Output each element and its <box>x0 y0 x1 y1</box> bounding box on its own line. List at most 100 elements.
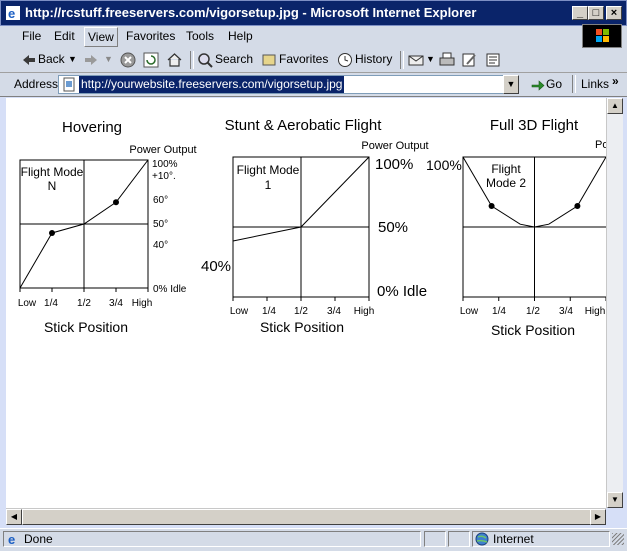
chart2-ytick-0idle: 0% Idle <box>377 283 427 300</box>
chart1-xtick-3quarter: 3/4 <box>109 298 123 309</box>
favorites-icon[interactable] <box>261 52 277 68</box>
vigor-setup-image: Hovering Power Output Flight Mode N 100%… <box>18 117 606 338</box>
chart1-mode-line1: Flight Mode <box>21 165 84 179</box>
menu-tools[interactable]: Tools <box>186 29 214 43</box>
chart3-ytick-100: 100% <box>426 157 462 173</box>
chart3-ylabel: Po <box>595 139 606 151</box>
chart3-title: Full 3D Flight <box>490 117 579 134</box>
chart3-data-point <box>574 203 581 209</box>
scroll-up-icon[interactable]: ▲ <box>607 98 623 114</box>
toolbar-separator <box>190 51 194 69</box>
chart3-mode-line1: Flight <box>491 162 521 176</box>
discuss-icon[interactable] <box>485 52 501 68</box>
chart1-title: Hovering <box>62 119 122 136</box>
search-button[interactable]: Search <box>215 52 253 66</box>
links-button[interactable]: Links <box>581 77 609 91</box>
scroll-left-icon[interactable]: ◀ <box>6 509 22 525</box>
status-main-pane: e Done <box>3 531 421 547</box>
refresh-icon[interactable] <box>143 52 159 68</box>
back-button[interactable]: Back <box>38 52 65 66</box>
back-dropdown-icon[interactable]: ▼ <box>68 54 77 64</box>
chart1-xtick-low: Low <box>18 298 37 309</box>
chart2-ylabel: Power Output <box>361 140 428 152</box>
horizontal-scroll-thumb[interactable] <box>22 509 594 525</box>
chart1-xtick-half: 1/2 <box>77 298 91 309</box>
title-bar: e http://rcstuff.freeservers.com/vigorse… <box>0 0 627 26</box>
status-pane <box>424 531 446 547</box>
status-text: Done <box>24 532 53 546</box>
chart1-xtick-high: High <box>132 298 153 309</box>
forward-arrow-icon[interactable] <box>84 54 98 66</box>
ie-icon: e <box>8 532 15 546</box>
chart2-ytick-50: 50% <box>378 219 408 236</box>
page-content: Hovering Power Output Flight Mode N 100%… <box>6 98 606 508</box>
address-separator <box>572 75 576 93</box>
chart1-xtick-quarter: 1/4 <box>44 298 58 309</box>
chart1-data-point <box>49 229 55 236</box>
vertical-scrollbar[interactable]: ▲ ▼ <box>606 98 623 508</box>
chart1-ytick-100: 100% <box>152 159 178 170</box>
chart3-xtick-3quarter: 3/4 <box>559 306 573 317</box>
address-input[interactable]: http://yourwebsite.freeservers.com/vigor… <box>58 75 504 94</box>
windows-logo-icon <box>582 24 622 48</box>
chart3-xlabel: Stick Position <box>491 322 575 338</box>
go-button[interactable]: Go <box>546 77 562 91</box>
back-arrow-icon[interactable] <box>22 54 36 66</box>
go-icon[interactable] <box>530 77 546 91</box>
chart1-ytick-50: 50° <box>153 219 168 230</box>
chart2-xtick-high: High <box>354 306 375 317</box>
menu-help[interactable]: Help <box>228 29 253 43</box>
edit-icon[interactable] <box>461 52 477 68</box>
stop-icon[interactable] <box>120 52 136 68</box>
status-zone-pane: Internet <box>472 531 610 547</box>
chart2-xtick-half: 1/2 <box>294 306 308 317</box>
chart1-ytick-0idle: 0% Idle <box>153 284 187 295</box>
scroll-right-icon[interactable]: ▶ <box>590 509 606 525</box>
chart2-xlabel: Stick Position <box>260 319 344 335</box>
chart2-xtick-quarter: 1/4 <box>262 306 276 317</box>
chart3-xtick-quarter: 1/4 <box>492 306 506 317</box>
menu-file[interactable]: File <box>22 29 41 43</box>
chart3-xtick-low: Low <box>460 306 479 317</box>
horizontal-scrollbar[interactable]: ◀ ▶ <box>6 508 606 525</box>
menu-bar: File Edit View Favorites Tools Help <box>0 26 627 49</box>
print-icon[interactable] <box>439 52 455 68</box>
maximize-icon[interactable]: □ <box>588 6 604 20</box>
chart2-mode-line2: 1 <box>265 178 272 192</box>
menu-view[interactable]: View <box>84 27 118 47</box>
address-url: http://yourwebsite.freeservers.com/vigor… <box>79 76 345 93</box>
minimize-icon[interactable]: _ <box>572 6 588 20</box>
chart3-mode-line2: Mode 2 <box>486 176 526 190</box>
close-icon[interactable]: × <box>606 6 622 20</box>
resize-grip-icon[interactable] <box>612 533 624 545</box>
chart2-title: Stunt & Aerobatic Flight <box>225 117 383 134</box>
history-button[interactable]: History <box>355 52 392 66</box>
chart1-ylabel: Power Output <box>129 144 196 156</box>
chart3-data-point <box>488 203 495 209</box>
mail-dropdown-icon[interactable]: ▼ <box>426 54 435 64</box>
address-dropdown-icon[interactable]: ▼ <box>503 75 519 94</box>
history-icon[interactable] <box>337 52 353 68</box>
toolbar-separator <box>400 51 404 69</box>
chart1-ytick-40: 40° <box>153 240 168 251</box>
page-icon <box>63 77 75 92</box>
chart1-mode-line2: N <box>48 179 57 193</box>
menu-edit[interactable]: Edit <box>54 29 75 43</box>
chart2-ytick-100: 100% <box>375 156 413 173</box>
chart3-xtick-half: 1/2 <box>526 306 540 317</box>
favorites-button[interactable]: Favorites <box>279 52 328 66</box>
chart1-ytick-60: 60° <box>153 195 168 206</box>
mail-icon[interactable] <box>408 52 424 68</box>
menu-favorites[interactable]: Favorites <box>126 29 175 43</box>
search-icon[interactable] <box>197 52 213 68</box>
forward-dropdown-icon[interactable]: ▼ <box>104 54 113 64</box>
status-pane <box>448 531 470 547</box>
svg-text:e: e <box>8 532 15 546</box>
home-icon[interactable] <box>166 52 183 68</box>
chart1-data-point <box>113 199 119 206</box>
window-title: http://rcstuff.freeservers.com/vigorsetu… <box>25 5 477 20</box>
scroll-down-icon[interactable]: ▼ <box>607 492 623 508</box>
links-overflow-icon[interactable]: » <box>612 74 619 88</box>
svg-text:e: e <box>8 6 15 20</box>
chart3-xtick-high: High <box>585 306 606 317</box>
